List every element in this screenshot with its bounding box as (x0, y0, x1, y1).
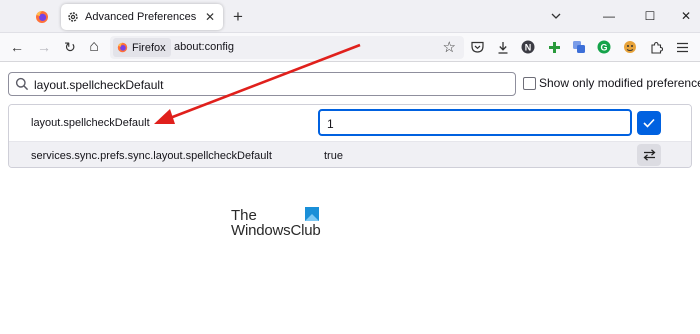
extension-translate-icon[interactable] (570, 38, 588, 56)
navigation-toolbar: ← → ↻ ⌂ Firefox about:config ☆ N G (0, 33, 700, 62)
identity-label: Firefox (132, 41, 166, 54)
home-button[interactable]: ⌂ (84, 37, 104, 57)
preference-row: layout.spellcheckDefault 1 (9, 105, 691, 141)
extension-green-plus-icon[interactable] (545, 38, 563, 56)
extension-tiger-icon[interactable] (621, 38, 639, 56)
pocket-icon[interactable] (468, 38, 486, 56)
extensions-icon[interactable] (647, 38, 665, 56)
chevron-down-icon (551, 13, 561, 19)
close-window-button[interactable]: ✕ (674, 6, 698, 26)
preference-name: services.sync.prefs.sync.layout.spellche… (31, 150, 272, 162)
grammarly-letter: G (600, 42, 607, 52)
forward-button[interactable]: → (34, 37, 54, 57)
windows-logo-icon (305, 207, 319, 221)
tab-close-icon[interactable]: ✕ (203, 10, 217, 24)
preferences-table: layout.spellcheckDefault 1 services.sync… (8, 104, 692, 168)
maximize-button[interactable]: ☐ (638, 6, 662, 26)
preference-row: services.sync.prefs.sync.layout.spellche… (9, 141, 691, 167)
show-only-modified-label: Show only modified preferences (539, 76, 700, 90)
preference-search-input[interactable]: layout.spellcheckDefault (8, 72, 516, 96)
toggle-button[interactable] (637, 144, 661, 166)
firefox-logo-icon (117, 42, 128, 53)
downloads-icon[interactable] (494, 38, 512, 56)
toggle-arrows-icon (643, 149, 655, 161)
show-only-modified-checkbox[interactable] (523, 76, 536, 90)
bookmark-star-icon[interactable]: ☆ (443, 38, 456, 57)
preference-value-input[interactable]: 1 (318, 109, 632, 136)
tab-list-button[interactable] (544, 6, 568, 26)
new-tab-button[interactable]: + (228, 7, 248, 27)
gear-icon (68, 12, 78, 22)
tab-strip: Advanced Preferences ✕ + — ☐ ✕ (0, 0, 700, 33)
preference-name: layout.spellcheckDefault (31, 117, 150, 129)
preference-edit-value: 1 (327, 117, 334, 131)
watermark: The WindowsClub (231, 207, 331, 241)
minimize-button[interactable]: — (597, 6, 621, 26)
back-button[interactable]: ← (7, 37, 27, 57)
show-only-modified-toggle[interactable]: Show only modified preferences (523, 76, 700, 90)
url-text[interactable]: about:config (174, 41, 234, 53)
extension-n-letter: N (525, 42, 532, 52)
grammarly-icon[interactable]: G (595, 38, 613, 56)
search-value: layout.spellcheckDefault (34, 78, 164, 92)
watermark-line2: WindowsClub (231, 222, 321, 239)
tab-pinned-firefox[interactable] (28, 5, 56, 29)
tab-title: Advanced Preferences (85, 11, 197, 23)
tab-advanced-preferences[interactable]: Advanced Preferences ✕ (61, 4, 223, 30)
reload-button[interactable]: ↻ (60, 37, 80, 57)
menu-icon[interactable] (673, 38, 691, 56)
extension-n-icon[interactable]: N (519, 38, 537, 56)
checkmark-icon (643, 118, 655, 128)
url-bar[interactable]: Firefox about:config ☆ (110, 36, 464, 59)
identity-box[interactable]: Firefox (113, 38, 171, 57)
search-icon (15, 77, 29, 91)
save-button[interactable] (637, 111, 661, 135)
firefox-logo-icon (36, 11, 48, 23)
preference-value: true (324, 150, 343, 162)
